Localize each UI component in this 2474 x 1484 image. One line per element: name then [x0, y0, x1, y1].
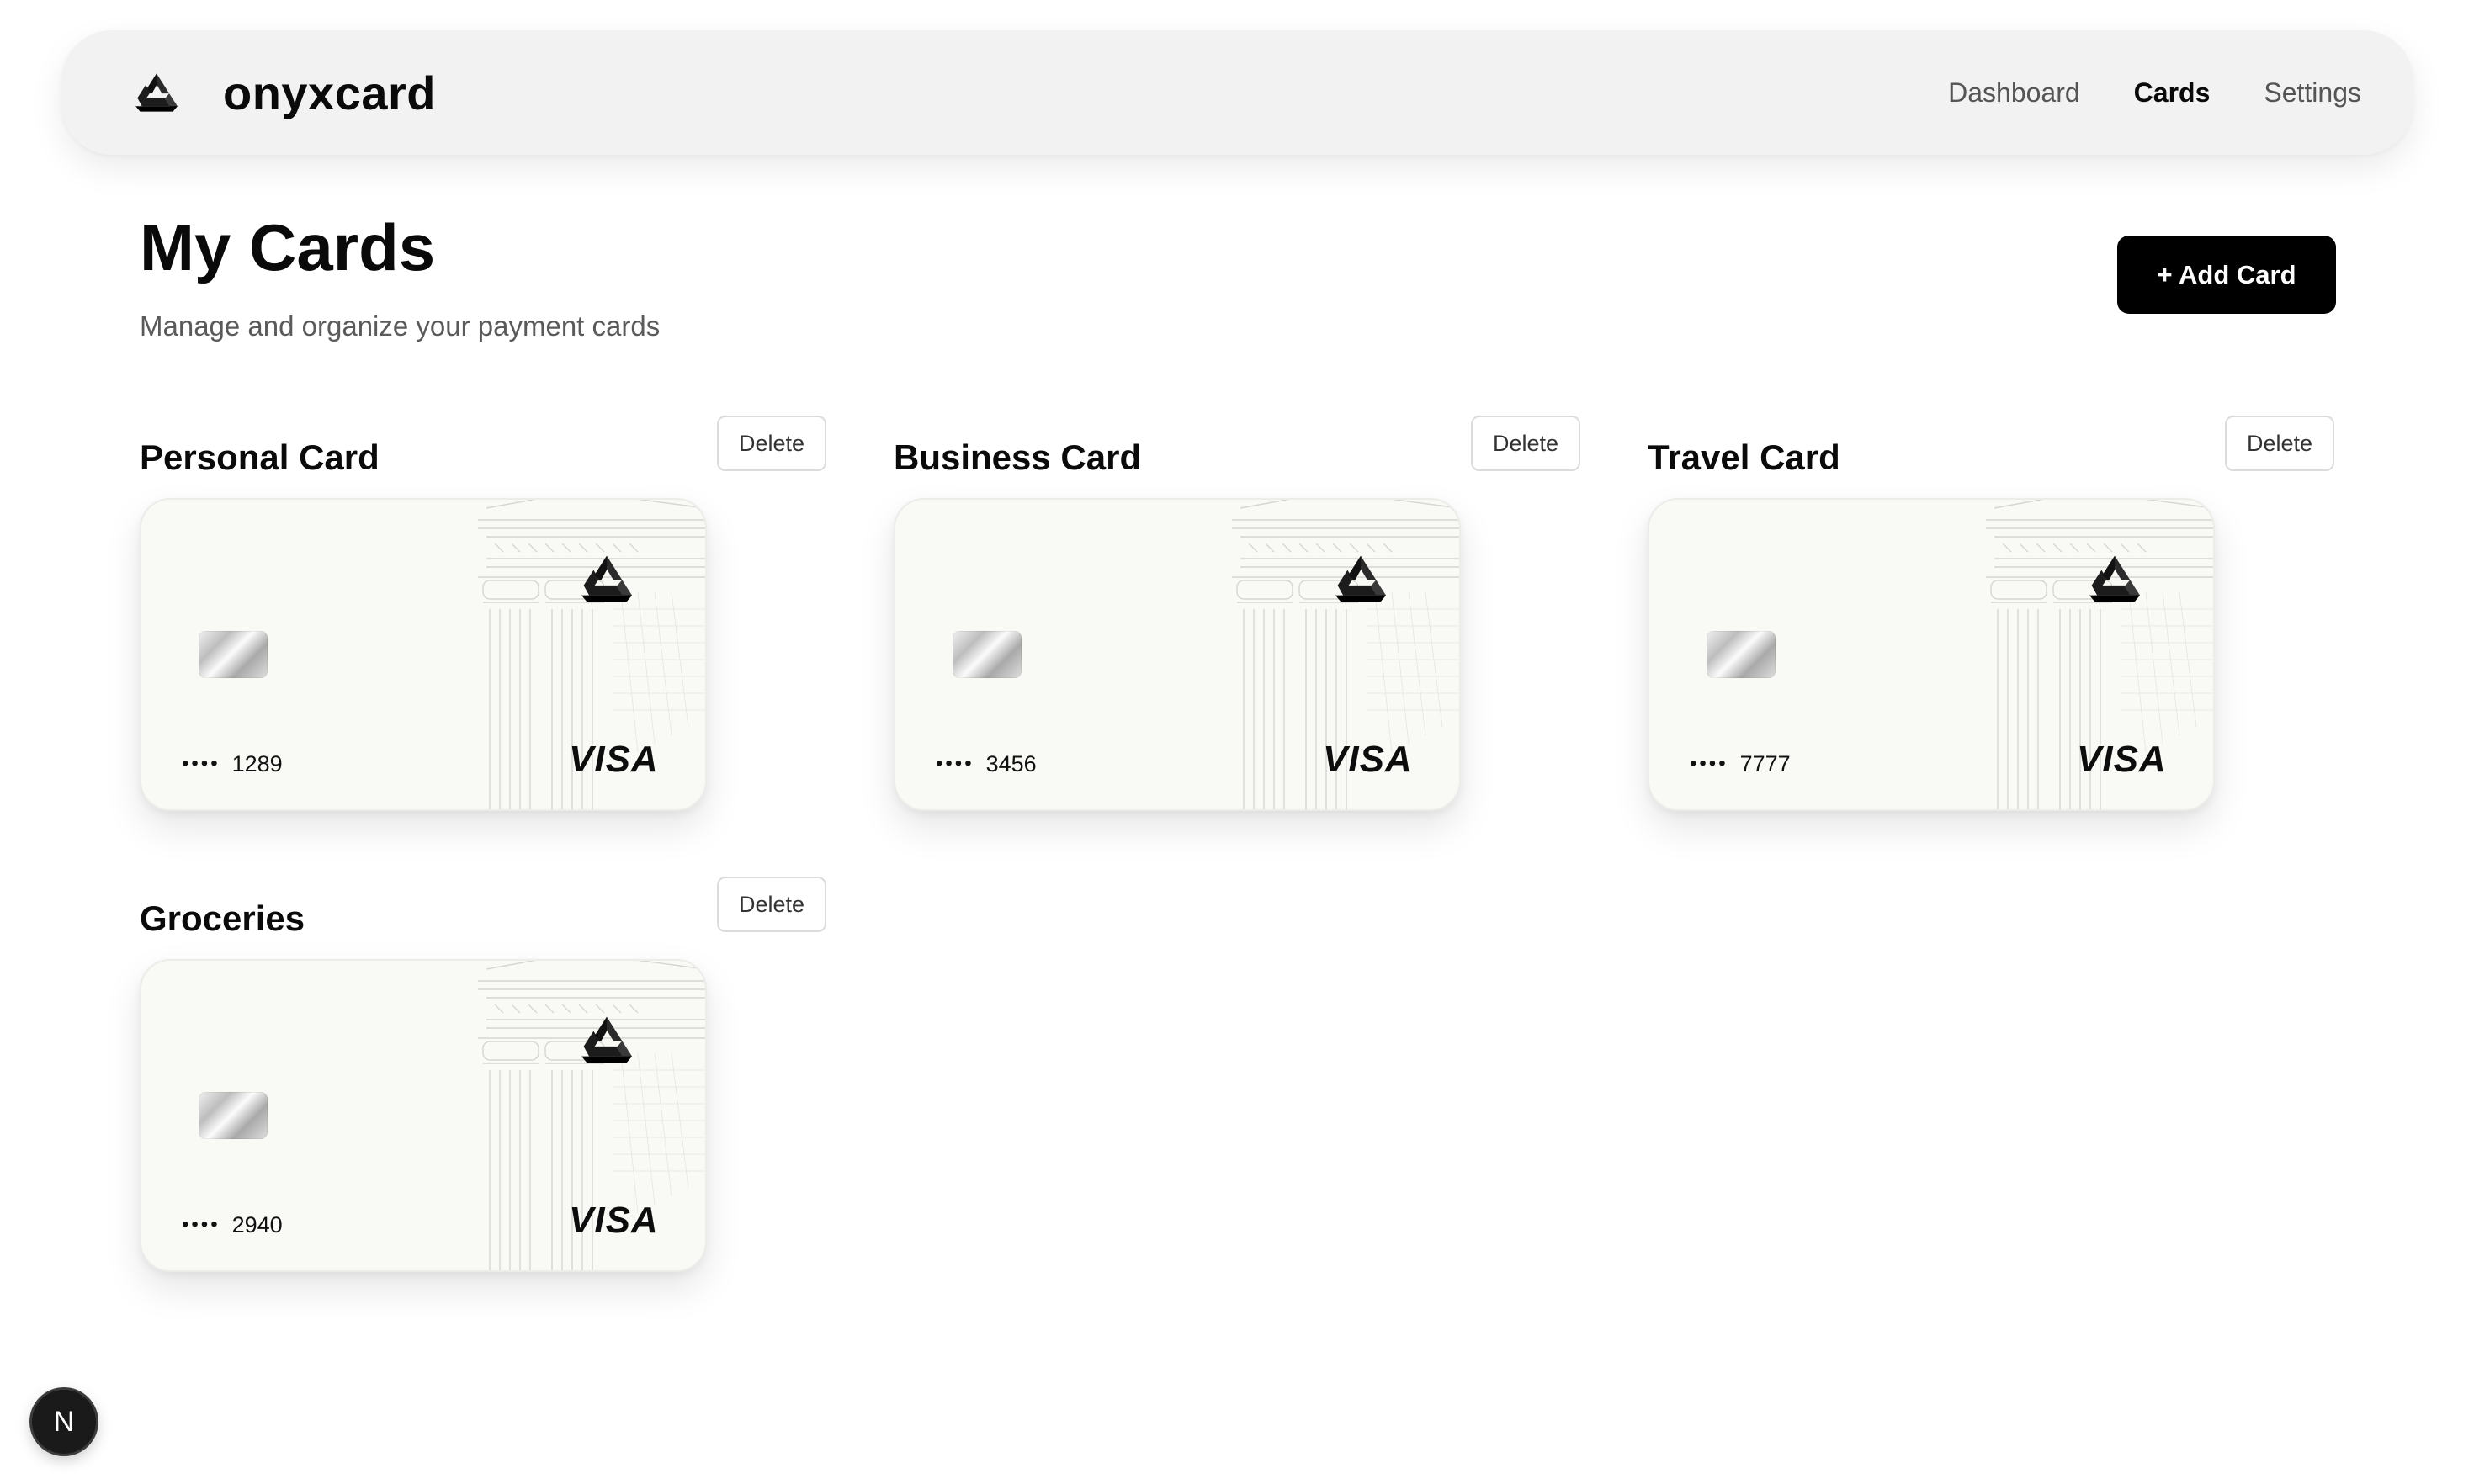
card-number: •••• 7777	[1690, 749, 1791, 779]
card-mask: ••••	[182, 1213, 220, 1236]
nav-link-cards[interactable]: Cards	[2134, 77, 2211, 109]
onyx-logo-icon	[2087, 554, 2142, 604]
visa-logo: VISA	[569, 1200, 659, 1241]
card-chip-icon	[199, 631, 268, 678]
card-last4: 2940	[231, 1212, 283, 1238]
card-number: •••• 1289	[182, 749, 283, 779]
brand-name: onyxcard	[223, 66, 436, 119]
delete-card-button[interactable]: Delete	[1471, 416, 1580, 471]
card-last4: 3456	[985, 751, 1037, 776]
card-mask: ••••	[1690, 752, 1728, 775]
card-chip-icon	[953, 631, 1022, 678]
card-name: Groceries	[140, 898, 305, 938]
credit-card[interactable]: •••• 1289 VISA	[140, 498, 707, 811]
card-section-business: Business Card Delete •••• 3456 VISA	[894, 416, 1580, 811]
card-section-travel: Travel Card Delete •••• 7777 VISA	[1648, 416, 2334, 811]
card-name: Travel Card	[1648, 437, 1840, 477]
page-title: My Cards	[140, 210, 436, 284]
dev-badge-letter: N	[53, 1405, 75, 1438]
card-name: Personal Card	[140, 437, 380, 477]
nav-links: Dashboard Cards Settings	[1948, 77, 2361, 109]
credit-card[interactable]: •••• 2940 VISA	[140, 959, 707, 1272]
card-section-personal: Personal Card Delete •••• 1289 VISA	[140, 416, 826, 811]
card-last4: 1289	[231, 751, 283, 776]
onyx-logo-icon	[579, 1015, 634, 1065]
credit-card[interactable]: •••• 7777 VISA	[1648, 498, 2215, 811]
nav-link-dashboard[interactable]: Dashboard	[1948, 77, 2080, 109]
onyx-logo-icon	[134, 72, 179, 114]
onyx-logo-icon	[1333, 554, 1388, 604]
credit-card[interactable]: •••• 3456 VISA	[894, 498, 1461, 811]
card-mask: ••••	[936, 752, 974, 775]
card-section-groceries: Groceries Delete •••• 2940 VISA	[140, 877, 826, 1272]
page-subtitle: Manage and organize your payment cards	[140, 310, 661, 342]
dev-tools-badge[interactable]: N	[32, 1390, 96, 1454]
card-last4: 7777	[1739, 751, 1791, 776]
visa-logo: VISA	[1323, 739, 1413, 780]
delete-card-button[interactable]: Delete	[717, 877, 826, 932]
delete-card-button[interactable]: Delete	[2225, 416, 2334, 471]
card-number: •••• 2940	[182, 1210, 283, 1240]
delete-card-button[interactable]: Delete	[717, 416, 826, 471]
card-chip-icon	[1707, 631, 1776, 678]
add-card-button[interactable]: + Add Card	[2117, 236, 2336, 314]
card-mask: ••••	[182, 752, 220, 775]
top-navbar: onyxcard Dashboard Cards Settings	[61, 30, 2413, 155]
brand[interactable]: onyxcard	[134, 66, 436, 120]
card-number: •••• 3456	[936, 749, 1037, 779]
card-chip-icon	[199, 1092, 268, 1139]
visa-logo: VISA	[2077, 739, 2167, 780]
onyx-logo-icon	[579, 554, 634, 604]
nav-link-settings[interactable]: Settings	[2264, 77, 2361, 109]
card-name: Business Card	[894, 437, 1142, 477]
visa-logo: VISA	[569, 739, 659, 780]
